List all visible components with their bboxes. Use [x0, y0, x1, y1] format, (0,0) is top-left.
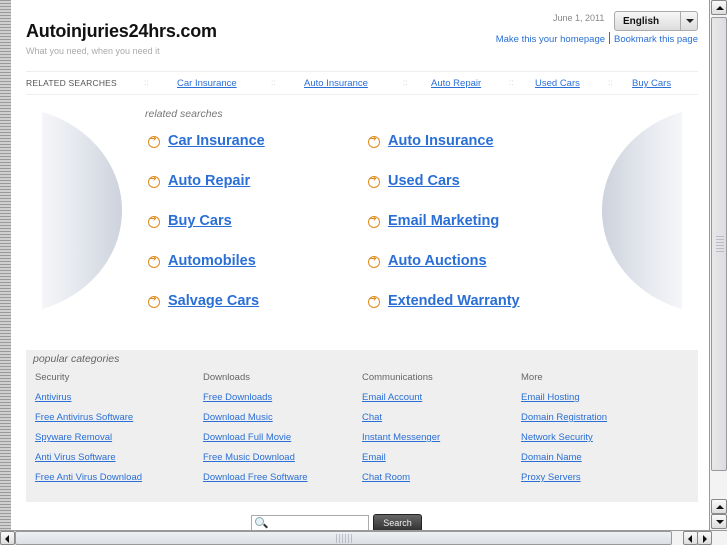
scroll-left-arrow-icon[interactable]	[683, 531, 698, 545]
category-link[interactable]: Domain Registration	[521, 412, 607, 432]
related-searches-title: related searches	[145, 108, 223, 120]
category-link[interactable]: Anti Virus Software	[35, 452, 142, 472]
scroll-right-arrow-icon[interactable]	[697, 531, 712, 545]
category-heading: Security	[35, 372, 70, 383]
category-link[interactable]: Chat Room	[362, 472, 440, 492]
category-column-downloads: Downloads Free Downloads Download Music …	[203, 372, 308, 492]
grip-icon	[336, 534, 354, 543]
related-search-link[interactable]: Auto Repair	[168, 173, 250, 189]
category-link[interactable]: Email Hosting	[521, 392, 607, 412]
bookmark-link[interactable]: Bookmark this page	[614, 34, 698, 45]
separator: ::	[509, 78, 514, 87]
category-link[interactable]: Proxy Servers	[521, 472, 607, 492]
vertical-scroll-thumb[interactable]	[711, 17, 727, 471]
bar-link-auto-repair[interactable]: Auto Repair	[431, 78, 481, 89]
horizontal-scrollbar[interactable]	[0, 530, 727, 545]
search-field[interactable]	[251, 515, 369, 530]
category-link[interactable]: Download Music	[203, 412, 308, 432]
category-link[interactable]: Free Antivirus Software	[35, 412, 142, 432]
language-value: English	[623, 16, 660, 27]
grip-icon	[716, 236, 724, 254]
horizontal-scroll-thumb[interactable]	[15, 531, 672, 545]
popular-categories-title: popular categories	[33, 353, 120, 365]
arrow-circle-icon	[368, 214, 380, 228]
scroll-left-arrow-icon[interactable]	[0, 531, 15, 545]
category-link[interactable]: Free Downloads	[203, 392, 308, 412]
related-searches-bar: RELATED SEARCHES :: Car Insurance :: Aut…	[26, 71, 698, 95]
category-link[interactable]: Network Security	[521, 432, 607, 452]
separator: ::	[608, 78, 613, 87]
arrow-circle-icon	[368, 134, 380, 148]
chevron-down-icon[interactable]	[680, 12, 697, 30]
related-search-link[interactable]: Auto Auctions	[388, 253, 487, 269]
category-link[interactable]: Email Account	[362, 392, 440, 412]
vertical-scrollbar[interactable]	[709, 0, 727, 530]
arrow-circle-icon	[148, 174, 160, 188]
browser-viewport: Autoinjuries24hrs.com What you need, whe…	[0, 0, 727, 545]
search-button[interactable]: Search	[373, 514, 422, 530]
decorative-half-circle-right	[602, 107, 682, 314]
separator: ::	[403, 78, 408, 87]
scroll-up-arrow-icon[interactable]	[711, 0, 727, 15]
category-column-more: More Email Hosting Domain Registration N…	[521, 372, 607, 492]
category-link[interactable]: Chat	[362, 412, 440, 432]
make-homepage-link[interactable]: Make this your homepage	[496, 34, 605, 45]
related-search-link[interactable]: Buy Cars	[168, 213, 232, 229]
popular-categories-panel: popular categories Security Antivirus Fr…	[26, 350, 698, 502]
arrow-circle-icon	[148, 134, 160, 148]
category-link[interactable]: Free Music Download	[203, 452, 308, 472]
site-title: Autoinjuries24hrs.com	[26, 21, 217, 41]
separator: ::	[144, 78, 149, 87]
bar-link-car-insurance[interactable]: Car Insurance	[177, 78, 237, 89]
category-link[interactable]: Domain Name	[521, 452, 607, 472]
site-tagline: What you need, when you need it	[26, 46, 160, 56]
language-select[interactable]: English	[614, 11, 698, 31]
related-searches-label: RELATED SEARCHES	[26, 78, 117, 88]
related-search-link[interactable]: Used Cars	[388, 173, 460, 189]
related-search-link[interactable]: Salvage Cars	[168, 293, 259, 309]
link-divider	[609, 32, 611, 44]
category-heading: Communications	[362, 372, 433, 383]
arrow-circle-icon	[148, 294, 160, 308]
category-link[interactable]: Antivirus	[35, 392, 142, 412]
category-column-security: Security Antivirus Free Antivirus Softwa…	[35, 372, 142, 492]
arrow-circle-icon	[368, 174, 380, 188]
category-heading: Downloads	[203, 372, 250, 383]
arrow-circle-icon	[368, 294, 380, 308]
scroll-up-arrow-icon[interactable]	[711, 499, 727, 514]
header-links: Make this your homepage Bookmark this pag…	[496, 32, 698, 45]
category-column-communications: Communications Email Account Chat Instan…	[362, 372, 440, 492]
category-link[interactable]: Instant Messenger	[362, 432, 440, 452]
search-input[interactable]	[268, 516, 368, 530]
related-search-link[interactable]: Car Insurance	[168, 133, 265, 149]
search-icon	[255, 517, 264, 526]
category-link[interactable]: Spyware Removal	[35, 432, 142, 452]
arrow-circle-icon	[148, 254, 160, 268]
category-link[interactable]: Download Full Movie	[203, 432, 308, 452]
category-link[interactable]: Free Anti Virus Download	[35, 472, 142, 492]
related-search-link[interactable]: Auto Insurance	[388, 133, 494, 149]
arrow-circle-icon	[148, 214, 160, 228]
category-link[interactable]: Download Free Software	[203, 472, 308, 492]
bar-link-used-cars[interactable]: Used Cars	[535, 78, 580, 89]
separator: ::	[271, 78, 276, 87]
bar-link-buy-cars[interactable]: Buy Cars	[632, 78, 671, 89]
current-date: June 1, 2011	[553, 13, 605, 23]
left-edge-stripe	[0, 0, 11, 530]
related-search-link[interactable]: Extended Warranty	[388, 293, 520, 309]
bar-link-auto-insurance[interactable]: Auto Insurance	[304, 78, 368, 89]
category-link[interactable]: Email	[362, 452, 440, 472]
decorative-half-circle-left	[42, 107, 122, 314]
category-heading: More	[521, 372, 543, 383]
related-search-link[interactable]: Automobiles	[168, 253, 256, 269]
scroll-down-arrow-icon[interactable]	[711, 514, 727, 529]
arrow-circle-icon	[368, 254, 380, 268]
related-search-link[interactable]: Email Marketing	[388, 213, 499, 229]
